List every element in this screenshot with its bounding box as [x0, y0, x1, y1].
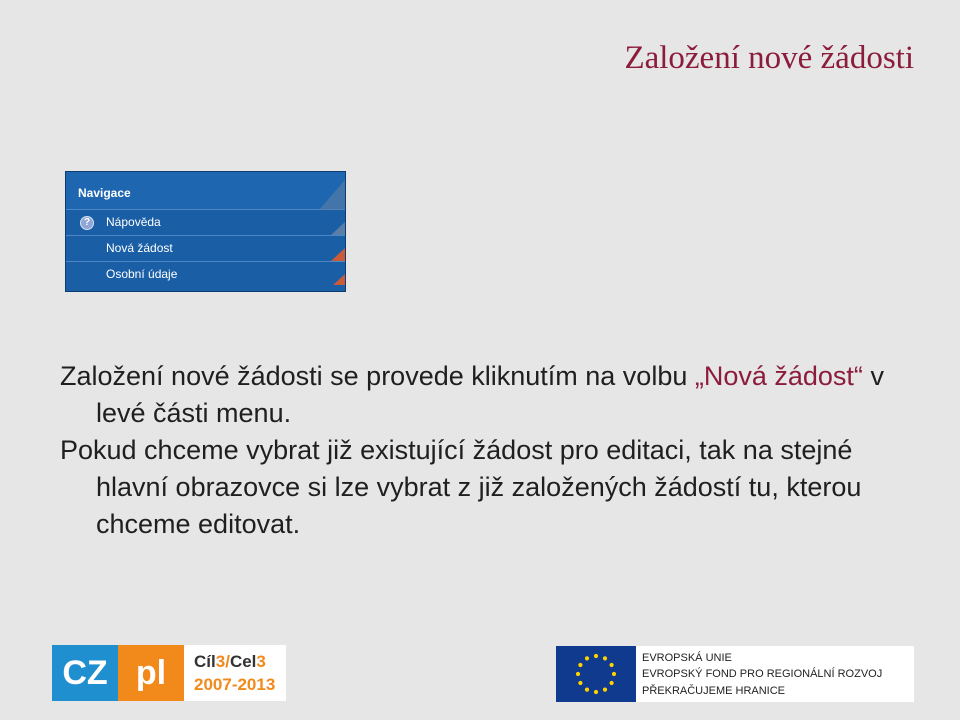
nav-item-help-label: Nápověda: [106, 215, 161, 229]
nav-bottom-bar: [66, 285, 345, 291]
highlight-new-application: „Nová žádost“: [694, 361, 863, 391]
program-years: 2007-2013: [194, 675, 276, 694]
pl-logo-text: pl: [118, 645, 184, 701]
eu-line-1: EVROPSKÁ UNIE: [642, 652, 732, 664]
slide-title: Založení nové žádosti: [624, 40, 914, 76]
navigation-panel-screenshot: Navigace ? Nápověda Nová žádost Osobní ú…: [65, 171, 346, 292]
nav-item-corner: [331, 222, 345, 235]
cil-prefix: Cíl: [194, 652, 216, 671]
eu-flag-icon: [556, 646, 636, 702]
eu-line-2: EVROPSKÝ FOND PRO REGIONÁLNÍ ROZVOJ: [642, 668, 883, 680]
paragraph-text: Založení nové žádosti se provede kliknut…: [60, 361, 695, 391]
czpl-logo: CZ pl Cíl3/Cel3 2007-2013: [52, 645, 286, 701]
nav-item-corner: [331, 248, 345, 261]
nav-header: Navigace: [66, 172, 345, 210]
eu-logo: EVROPSKÁ UNIE EVROPSKÝ FOND PRO REGIONÁL…: [556, 646, 914, 702]
nav-item-new-application[interactable]: Nová žádost: [66, 236, 345, 262]
eu-line-3: PŘEKRAČUJEME HRANICE: [642, 685, 786, 697]
cz-logo-text: CZ: [52, 645, 118, 701]
paragraph-existing-application: Pokud chceme vybrat již existující žádos…: [60, 435, 862, 539]
nav-item-personal-data-label: Osobní údaje: [106, 267, 178, 281]
body-text: Založení nové žádosti se provede kliknut…: [60, 358, 900, 543]
cil-cel-text: Cíl3/Cel3: [194, 652, 266, 672]
cel-prefix: Cel: [229, 652, 257, 671]
cel-number: 3: [256, 652, 266, 671]
help-icon: ?: [80, 216, 94, 230]
nav-item-new-application-label: Nová žádost: [106, 241, 173, 255]
nav-item-help[interactable]: ? Nápověda: [66, 210, 345, 236]
slide: Založení nové žádosti Navigace ? Nápověd…: [0, 0, 960, 720]
cil-number: 3: [215, 652, 226, 671]
paragraph-new-application: Založení nové žádosti se provede kliknut…: [60, 358, 900, 432]
